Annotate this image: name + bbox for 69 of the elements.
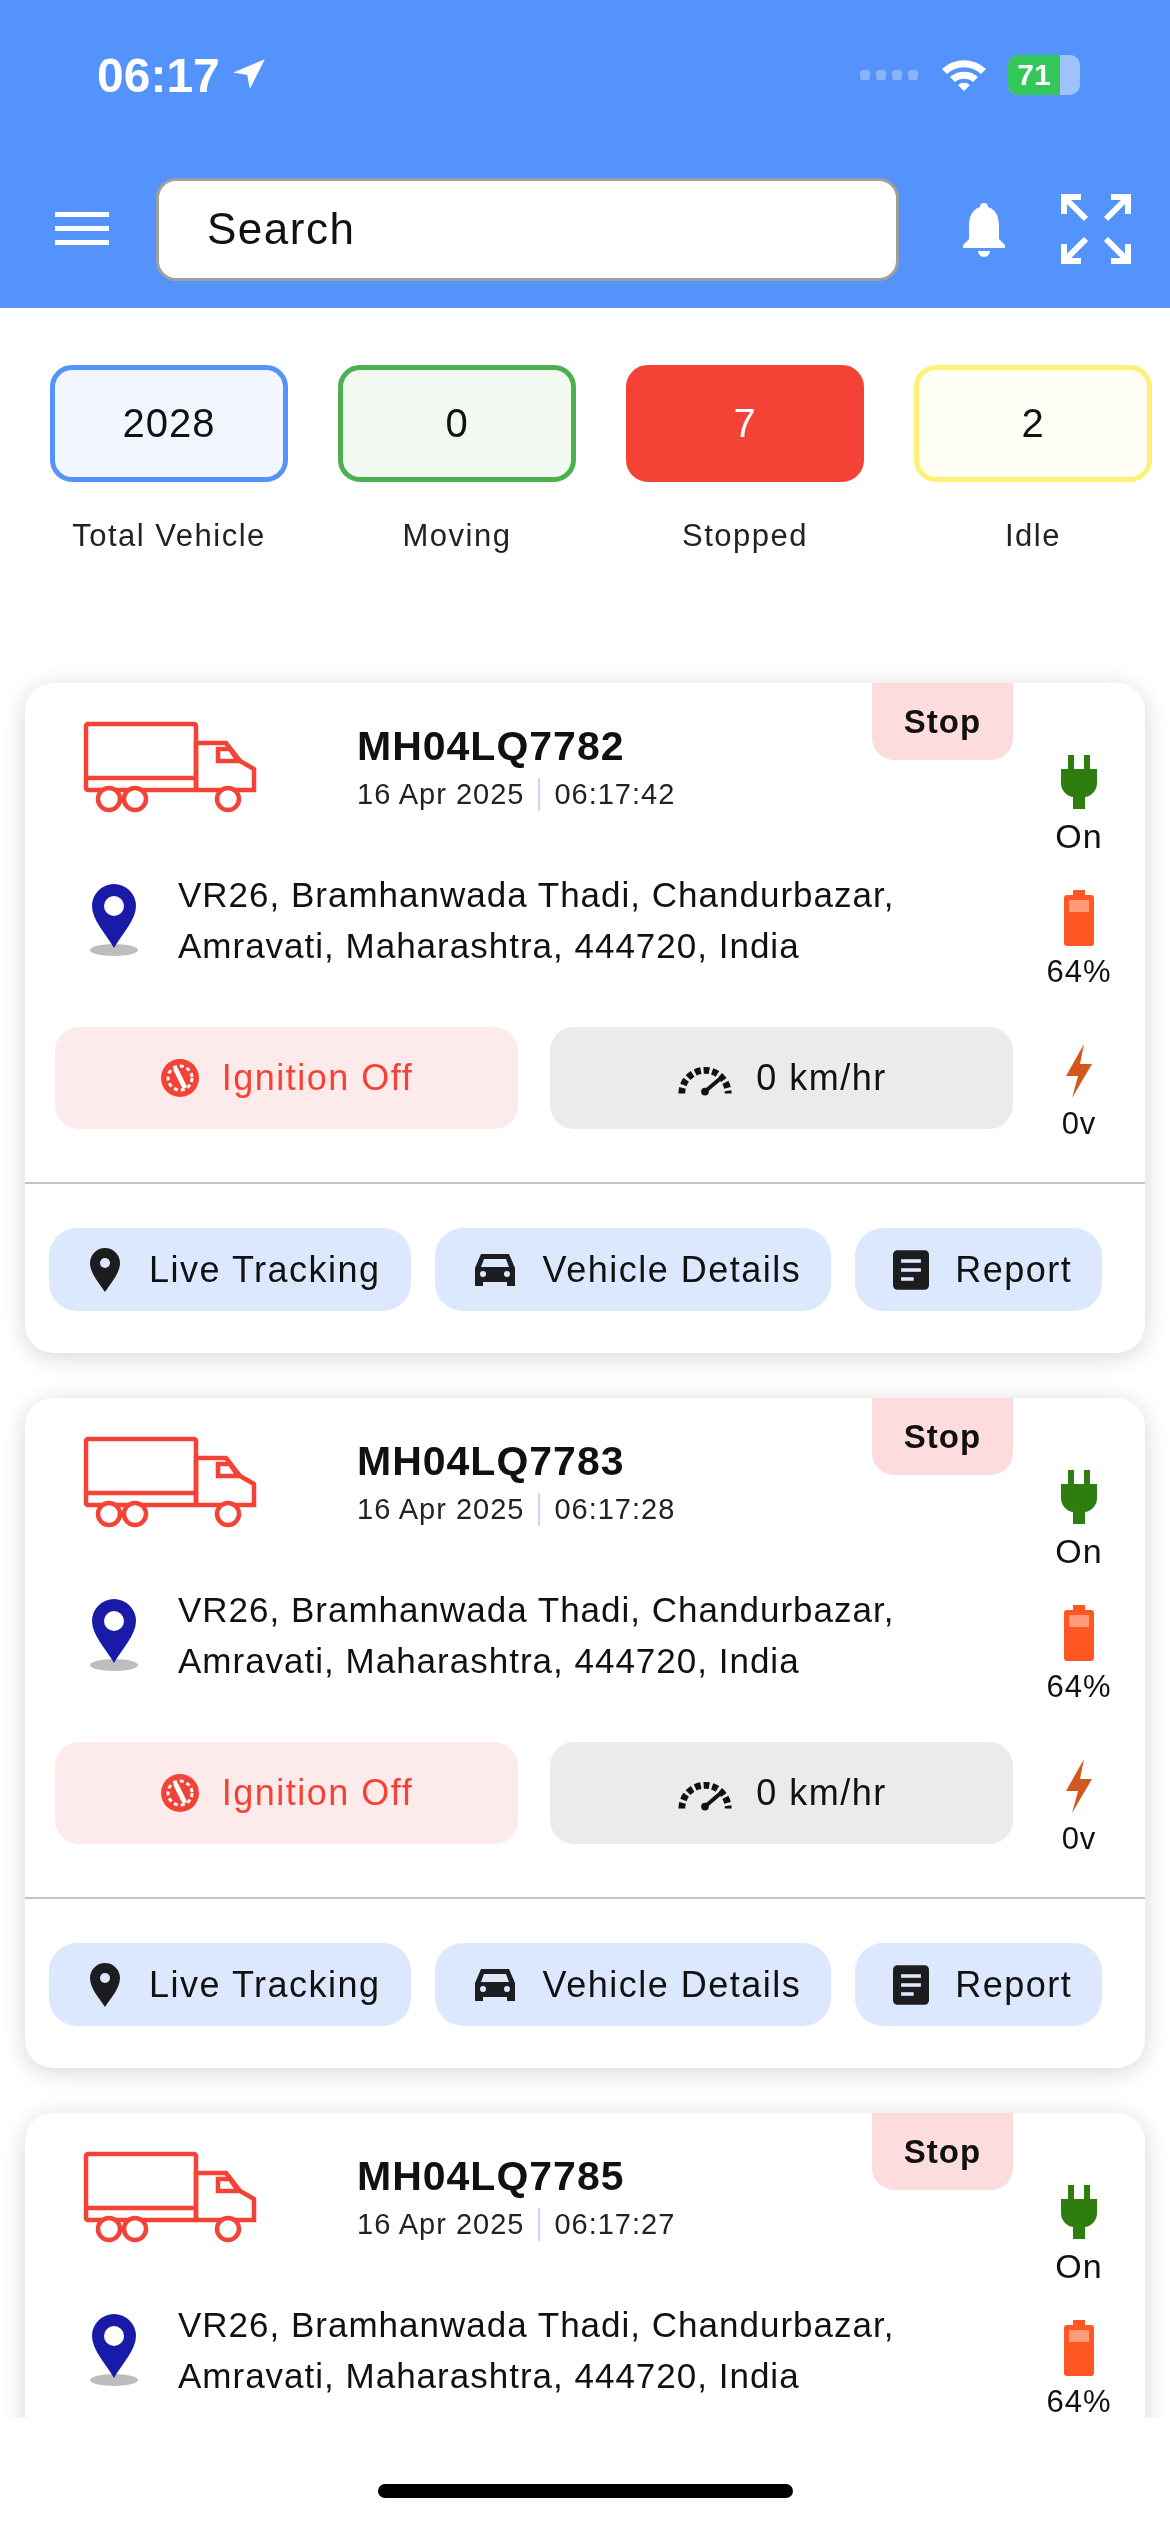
power-plug-icon bbox=[1061, 1470, 1097, 1524]
action-chip[interactable]: Report bbox=[855, 1943, 1103, 2026]
vehicle-card[interactable]: Stop MH04LQ7783 16 Apr 2025 06:17:28 VR26, Bramhanwada Thadi, Chandurbazar, Amravati, Maharashtra, 444720, India Ignition Off 0 km/hr On 64% 0v Live Tracking Vehicle Details Report bbox=[25, 1398, 1145, 2068]
battery-percentage: 64% bbox=[1046, 2384, 1112, 2418]
vehicle-card[interactable]: Stop MH04LQ7785 16 Apr 2025 06:17:27 VR26, Bramhanwada Thadi, Chandurbazar, Amravati, Maharashtra, 444720, India On 64% bbox=[25, 2113, 1145, 2418]
vehicle-address: VR26, Bramhanwada Thadi, Chandurbazar, Amravati, Maharashtra, 444720, India bbox=[178, 1589, 896, 1682]
speed-button[interactable]: 0 km/hr bbox=[550, 1027, 1013, 1129]
location-pin-icon bbox=[89, 2312, 139, 2388]
action-chip[interactable]: Report bbox=[855, 1228, 1103, 1311]
signal-icon bbox=[860, 68, 920, 82]
speed-button[interactable]: 0 km/hr bbox=[550, 1742, 1013, 1844]
power-status: On bbox=[1055, 1532, 1103, 1571]
vehicle-card[interactable]: Stop MH04LQ7782 16 Apr 2025 06:17:42 VR26, Bramhanwada Thadi, Chandurbazar, Amravati, Maharashtra, 444720, India Ignition Off 0 km/hr On 64% 0v Live Tracking Vehicle Details Report bbox=[25, 683, 1145, 1353]
stat-tile[interactable]: 2028 bbox=[50, 365, 288, 482]
status-badge: Stop bbox=[872, 2113, 1013, 2190]
voltage-reading: 0v bbox=[1061, 1106, 1097, 1142]
location-pin-icon bbox=[89, 882, 139, 958]
update-date: 16 Apr 2025 bbox=[357, 2208, 541, 2241]
vehicle-address: VR26, Bramhanwada Thadi, Chandurbazar, Amravati, Maharashtra, 444720, India bbox=[178, 874, 896, 967]
stat-tile[interactable]: 7 bbox=[626, 365, 864, 482]
status-badge: Stop bbox=[872, 1398, 1013, 1475]
update-date: 16 Apr 2025 bbox=[357, 778, 541, 811]
stat-label: Total Vehicle bbox=[71, 517, 267, 555]
battery-icon bbox=[1064, 1605, 1094, 1661]
stat-label: Stopped bbox=[681, 517, 809, 555]
status-badge: Stop bbox=[872, 683, 1013, 760]
action-chip[interactable]: Live Tracking bbox=[49, 1228, 411, 1311]
battery-status: 71 bbox=[1008, 55, 1080, 95]
truck-icon bbox=[83, 1436, 259, 1528]
stat-tile[interactable]: 2 bbox=[914, 365, 1152, 482]
location-pin-icon bbox=[87, 1962, 123, 2007]
vehicle-address: VR26, Bramhanwada Thadi, Chandurbazar, Amravati, Maharashtra, 444720, India bbox=[178, 2304, 896, 2397]
lightning-icon bbox=[1064, 1044, 1094, 1098]
document-icon bbox=[893, 1247, 930, 1292]
battery-icon bbox=[1064, 2320, 1094, 2376]
menu-icon[interactable] bbox=[55, 212, 109, 246]
update-time: 06:17:28 bbox=[553, 1493, 676, 1526]
search-field[interactable]: Search bbox=[156, 177, 899, 281]
battery-icon bbox=[1064, 890, 1094, 946]
update-time: 06:17:27 bbox=[553, 2208, 676, 2241]
action-chip[interactable]: Live Tracking bbox=[49, 1943, 411, 2026]
update-date: 16 Apr 2025 bbox=[357, 1493, 541, 1526]
stat-tile[interactable]: 0 bbox=[338, 365, 576, 482]
power-status: On bbox=[1055, 2247, 1103, 2286]
stat-label: Idle bbox=[1004, 517, 1062, 555]
truck-icon bbox=[83, 721, 259, 813]
lightning-icon bbox=[1064, 1759, 1094, 1813]
truck-icon bbox=[83, 2151, 259, 2243]
ignition-icon bbox=[159, 1058, 200, 1098]
update-time: 06:17:42 bbox=[553, 778, 676, 811]
location-pin-icon bbox=[87, 1247, 123, 1292]
stat-label: Moving bbox=[401, 517, 513, 555]
status-time: 06:17 bbox=[97, 47, 220, 103]
power-status: On bbox=[1055, 817, 1103, 856]
vehicle-plate: MH04LQ7782 bbox=[357, 723, 626, 770]
wifi-icon bbox=[940, 57, 988, 93]
action-chip[interactable]: Vehicle Details bbox=[434, 1943, 832, 2026]
voltage-reading: 0v bbox=[1061, 1821, 1097, 1857]
document-icon bbox=[893, 1962, 930, 2007]
fullscreen-icon[interactable] bbox=[1061, 194, 1131, 264]
vehicle-plate: MH04LQ7785 bbox=[357, 2153, 626, 2200]
action-chip[interactable]: Vehicle Details bbox=[434, 1228, 832, 1311]
battery-percentage: 64% bbox=[1046, 954, 1112, 990]
power-plug-icon bbox=[1061, 2185, 1097, 2239]
battery-percentage: 64% bbox=[1046, 1669, 1112, 1705]
power-plug-icon bbox=[1061, 755, 1097, 809]
vehicle-plate: MH04LQ7783 bbox=[357, 1438, 626, 1485]
ignition-icon bbox=[159, 1773, 200, 1813]
location-pin-icon bbox=[89, 1597, 139, 1673]
